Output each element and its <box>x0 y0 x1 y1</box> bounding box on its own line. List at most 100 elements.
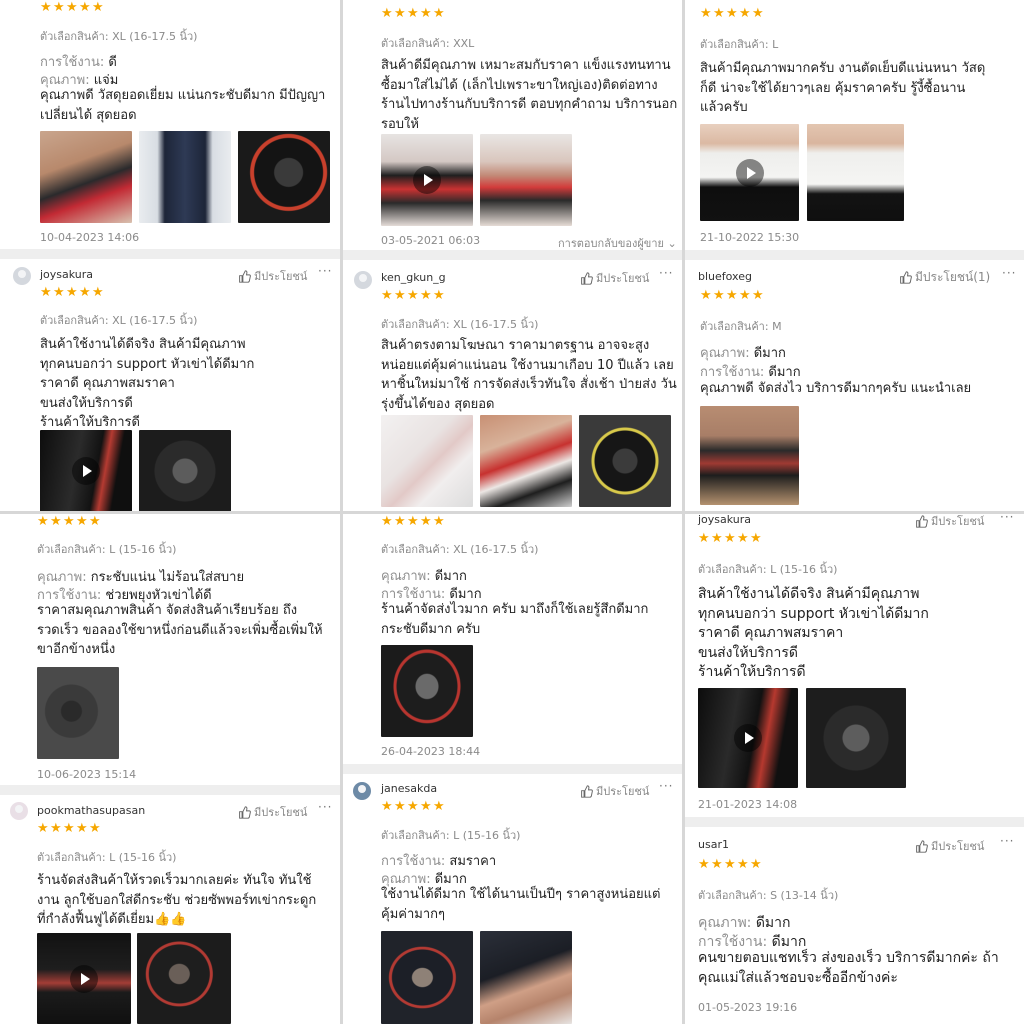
play-icon[interactable] <box>70 964 98 993</box>
review-video[interactable] <box>40 430 132 512</box>
star-icon: ★ <box>66 0 78 15</box>
review-photo[interactable] <box>137 933 231 1024</box>
star-icon: ★ <box>79 0 91 15</box>
star-icon: ★ <box>50 821 62 836</box>
star-icon: ★ <box>407 799 419 814</box>
star-icon: ★ <box>63 821 75 836</box>
rating-stars: ★ ★ ★ ★ ★ <box>381 288 445 304</box>
helpful-button[interactable]: มีประโยชน์(1) <box>899 268 990 287</box>
star-icon: ★ <box>89 514 101 529</box>
rating-stars: ★ ★ ★ ★ ★ <box>37 821 101 837</box>
star-icon: ★ <box>76 821 88 836</box>
review-separator <box>342 250 682 260</box>
review-video[interactable] <box>37 933 131 1024</box>
star-icon: ★ <box>37 514 49 529</box>
review-photo[interactable] <box>238 131 330 223</box>
helpful-button[interactable]: มีประโยชน์ <box>915 514 984 530</box>
review-text: ราคาสมคุณภาพสินค้า จัดส่งสินค้าเรียบร้อย… <box>37 603 323 657</box>
review-photo[interactable] <box>480 415 572 507</box>
star-icon: ★ <box>713 6 725 21</box>
review-photo[interactable] <box>381 645 473 737</box>
play-icon[interactable] <box>72 457 100 485</box>
rating-stars: ★ ★ ★ ★ ★ <box>381 799 445 815</box>
review-photo[interactable] <box>37 667 119 759</box>
star-icon: ★ <box>394 514 406 529</box>
review-text: สินค้าดีมีคุณภาพ เหมาะสมกับราคา แข็งแรงท… <box>381 58 678 132</box>
more-options-icon[interactable]: ··· <box>1000 514 1014 524</box>
review-photo[interactable] <box>700 406 799 505</box>
more-options-icon[interactable]: ··· <box>659 266 673 280</box>
avatar[interactable] <box>353 782 371 800</box>
more-options-icon[interactable]: ··· <box>318 264 332 278</box>
review-panel-4: ★ ★ ★ ★ ★ ตัวเลือกสินค้า: L (15-16 นิ้ว) คุณ… <box>0 514 340 1024</box>
thumbs-up-icon <box>581 271 593 285</box>
star-icon: ★ <box>92 0 104 15</box>
avatar[interactable] <box>10 802 28 820</box>
reviewer-name[interactable]: bluefoxeg <box>698 270 752 283</box>
star-icon: ★ <box>79 285 91 300</box>
product-variant: ตัวเลือกสินค้า: M <box>700 320 782 333</box>
avatar[interactable] <box>13 267 31 285</box>
reviewer-name[interactable]: ken_gkun_g <box>381 271 446 284</box>
review-video[interactable] <box>700 124 799 221</box>
review-photo[interactable] <box>806 688 906 788</box>
thumbs-up-icon <box>239 269 251 283</box>
star-icon: ★ <box>726 288 738 303</box>
helpful-button[interactable]: มีประโยชน์ <box>580 782 649 800</box>
review-text: คนขายตอบแชทเร็ว ส่งของเร็ว บริการดีมากค่… <box>698 950 999 986</box>
more-options-icon[interactable]: ··· <box>1000 834 1014 848</box>
review-text: คุณภาพดี จัดส่งไว บริการดีมากๆครับ แนะนำ… <box>700 381 972 396</box>
helpful-button[interactable]: มีประโยชน์ <box>915 837 984 855</box>
review-photo[interactable] <box>579 415 671 507</box>
star-icon: ★ <box>700 288 712 303</box>
chevron-down-icon: ⌄ <box>667 237 677 250</box>
review-text: สินค้าตรงตามโฆษณา ราคามาตรฐาน อาจจะสูง หน… <box>381 338 677 412</box>
more-options-icon[interactable]: ··· <box>1002 266 1016 280</box>
review-video[interactable] <box>381 134 473 226</box>
star-icon: ★ <box>381 514 393 529</box>
star-icon: ★ <box>711 531 723 546</box>
star-icon: ★ <box>433 799 445 814</box>
thumbs-up-icon <box>916 839 928 853</box>
star-icon: ★ <box>752 288 764 303</box>
helpful-button[interactable]: มีประโยชน์ <box>580 269 649 287</box>
play-icon[interactable] <box>735 158 764 187</box>
review-photo[interactable] <box>480 134 572 226</box>
review-photo[interactable] <box>381 415 473 507</box>
review-photo[interactable] <box>139 430 231 512</box>
product-variant: ตัวเลือกสินค้า: XL (16-17.5 นิ้ว) <box>381 543 539 556</box>
star-icon: ★ <box>420 514 432 529</box>
rating-stars: ★ ★ ★ ★ ★ <box>381 6 445 22</box>
star-icon: ★ <box>724 531 736 546</box>
star-icon: ★ <box>37 821 49 836</box>
review-date: 03-05-2021 06:03 <box>381 234 481 247</box>
review-panel-5: ★ ★ ★ ★ ★ ตัวเลือกสินค้า: XL (16-17.5 นิ้ว) … <box>342 514 682 1024</box>
helpful-button[interactable]: มีประโยชน์ <box>238 267 307 285</box>
rating-stars: ★ ★ ★ ★ ★ <box>700 6 764 22</box>
reviewer-name[interactable]: janesakda <box>381 782 437 795</box>
avatar[interactable] <box>354 271 372 289</box>
reviewer-name[interactable]: joysakura <box>40 268 93 281</box>
review-video[interactable] <box>698 688 798 788</box>
review-photo[interactable] <box>480 931 572 1024</box>
star-icon: ★ <box>433 514 445 529</box>
play-icon[interactable] <box>734 724 762 752</box>
review-photo[interactable] <box>40 131 132 223</box>
star-icon: ★ <box>394 6 406 21</box>
product-variant: ตัวเลือกสินค้า: XL (16-17.5 นิ้ว) <box>40 314 198 327</box>
reviewer-name[interactable]: joysakura <box>698 514 751 526</box>
product-variant: ตัวเลือกสินค้า: L (15-16 นิ้ว) <box>37 851 177 864</box>
more-options-icon[interactable]: ··· <box>318 800 332 814</box>
star-icon: ★ <box>407 6 419 21</box>
play-icon[interactable] <box>413 166 441 194</box>
reviewer-name[interactable]: usar1 <box>698 838 729 851</box>
more-options-icon[interactable]: ··· <box>659 779 673 793</box>
helpful-button[interactable]: มีประโยชน์ <box>238 803 307 821</box>
review-photo[interactable] <box>381 931 473 1024</box>
star-icon: ★ <box>394 799 406 814</box>
review-photo[interactable] <box>807 124 904 221</box>
review-panel-6: joysakura มีประโยชน์ ··· ★ ★ ★ ★ ★ ตัวเลือกส… <box>684 514 1024 1024</box>
reviewer-name[interactable]: pookmathasupasan <box>37 804 145 817</box>
star-icon: ★ <box>407 288 419 303</box>
review-photo[interactable] <box>139 131 231 223</box>
